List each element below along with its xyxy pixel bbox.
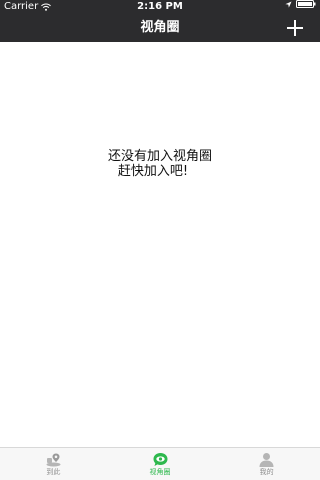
location-arrow-icon: [285, 0, 292, 8]
empty-state-line-2: 赶快加入吧!: [117, 164, 189, 179]
main-content: 还没有加入视角圈 赶快加入吧!: [0, 42, 320, 448]
tab-label: 到此: [46, 468, 61, 476]
add-button[interactable]: [284, 17, 306, 39]
empty-state-message: 还没有加入视角圈 赶快加入吧!: [0, 149, 320, 179]
tab-bar: 到此 视角圈 我的: [0, 447, 320, 480]
map-pin-icon: [46, 453, 61, 467]
nav-bar: 视角圈: [0, 14, 320, 42]
empty-state-line-1: 还没有加入视角圈: [107, 149, 212, 164]
status-time: 2:16 PM: [137, 1, 183, 12]
user-icon: [259, 453, 274, 467]
header: Carrier 2:16 PM 视角圈: [0, 0, 320, 42]
tab-nearby[interactable]: 到此: [0, 448, 107, 480]
eye-chat-icon: [153, 453, 167, 466]
status-bar: Carrier 2:16 PM: [0, 0, 320, 14]
tab-mine[interactable]: 我的: [213, 448, 320, 480]
tab-label: 我的: [259, 468, 274, 476]
page-title: 视角圈: [140, 20, 180, 35]
status-indicators: [285, 0, 316, 8]
app-screen: Carrier 2:16 PM 视角圈 还没有加入视角圈 赶快加入吧! 到此 视…: [0, 0, 320, 480]
battery-icon: [296, 0, 316, 8]
tab-label: 视角圈: [149, 468, 171, 476]
tab-circle[interactable]: 视角圈: [107, 448, 214, 480]
plus-icon: [287, 20, 303, 36]
